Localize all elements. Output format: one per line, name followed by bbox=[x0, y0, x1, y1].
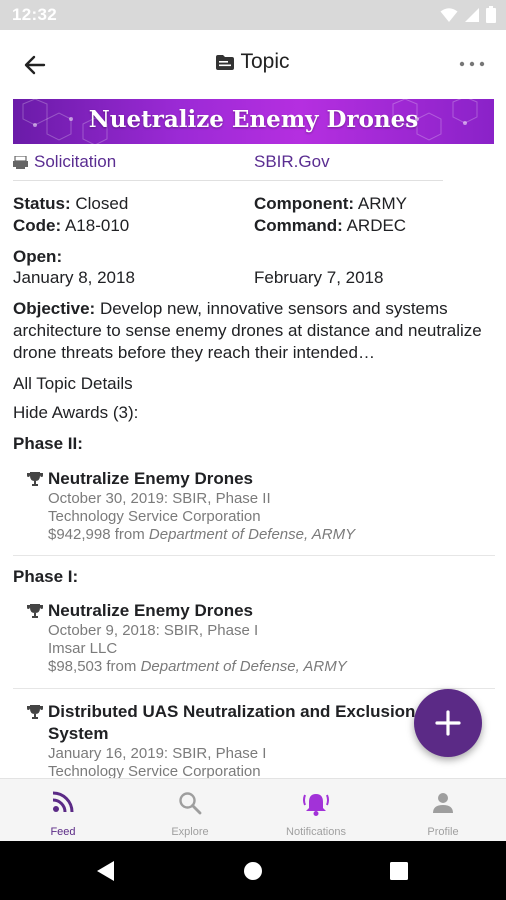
all-topic-details-link[interactable]: All Topic Details bbox=[13, 374, 133, 394]
close-date: February 7, 2018 bbox=[254, 268, 384, 287]
objective: Objective: Develop new, innovative senso… bbox=[13, 298, 495, 364]
plus-icon bbox=[435, 710, 461, 736]
hide-awards-link[interactable]: Hide Awards (3): bbox=[13, 403, 138, 423]
divider bbox=[13, 688, 495, 689]
document-icon bbox=[13, 155, 28, 169]
nav-profile-label: Profile bbox=[427, 826, 459, 838]
component-value: ARMY bbox=[357, 194, 408, 213]
phase-heading: Phase I: bbox=[13, 567, 79, 586]
system-home-icon[interactable] bbox=[243, 861, 263, 881]
add-button[interactable] bbox=[414, 689, 482, 757]
nav-feed-label: Feed bbox=[50, 826, 76, 838]
bottom-navigation: Feed Explore Notifications Profile bbox=[0, 778, 506, 842]
award-item[interactable]: Neutralize Enemy Drones October 9, 2018:… bbox=[27, 600, 492, 676]
sbir-gov-link[interactable]: SBIR.Gov bbox=[254, 152, 330, 172]
award-date: October 9, 2018: SBIR, Phase I bbox=[48, 622, 259, 639]
status-time: 12:32 bbox=[12, 5, 57, 24]
wifi-icon bbox=[440, 7, 458, 22]
award-date: October 30, 2019: SBIR, Phase II bbox=[48, 490, 271, 507]
status-field: Status: Closed bbox=[13, 194, 129, 213]
command-field: Command: ARDEC bbox=[254, 216, 407, 235]
open-date: January 8, 2018 bbox=[13, 268, 135, 287]
battery-icon bbox=[486, 6, 496, 23]
system-recents-icon[interactable] bbox=[390, 862, 408, 880]
nav-explore-label: Explore bbox=[171, 826, 209, 838]
status-bar: 12:32 bbox=[0, 0, 506, 30]
trophy-icon bbox=[27, 604, 43, 618]
nav-notifications-label: Notifications bbox=[286, 826, 346, 838]
topic-banner: Nuetralize Enemy Drones bbox=[13, 99, 494, 144]
award-title: Neutralize Enemy Drones bbox=[48, 601, 254, 620]
award-company: Technology Service Corporation bbox=[48, 508, 261, 525]
award-title: Distributed UAS Neutralization and Exclu… bbox=[48, 702, 416, 743]
page-title: Topic bbox=[0, 50, 506, 74]
search-icon bbox=[179, 792, 202, 815]
award-agency: Department of Defense, ARMY bbox=[148, 526, 356, 543]
more-options-icon[interactable] bbox=[458, 54, 486, 74]
component-field: Component: ARMY bbox=[254, 194, 408, 213]
phase-heading: Phase II: bbox=[13, 434, 83, 453]
app-bar: Topic bbox=[0, 30, 506, 98]
bell-icon bbox=[303, 794, 329, 816]
solicitation-link[interactable]: Solicitation bbox=[13, 152, 116, 172]
nav-explore[interactable]: Explore bbox=[127, 779, 253, 842]
status-value: Closed bbox=[75, 194, 129, 213]
divider bbox=[13, 555, 495, 556]
open-label: Open: bbox=[13, 247, 63, 266]
rss-icon bbox=[52, 791, 74, 813]
award-amount: $98,503 from Department of Defense, ARMY bbox=[48, 658, 347, 675]
system-nav-bar bbox=[0, 841, 506, 900]
source-links: Solicitation SBIR.Gov bbox=[13, 152, 443, 181]
nav-profile[interactable]: Profile bbox=[380, 779, 506, 842]
signal-icon bbox=[465, 7, 479, 22]
folder-icon bbox=[216, 55, 235, 70]
objective-label: Objective: bbox=[13, 299, 96, 318]
system-back-icon[interactable] bbox=[96, 860, 116, 882]
status-icons bbox=[440, 6, 496, 23]
code-field: Code: A18-010 bbox=[13, 216, 130, 235]
award-item[interactable]: Neutralize Enemy Drones October 30, 2019… bbox=[27, 468, 492, 544]
award-agency: Department of Defense, ARMY bbox=[140, 658, 347, 675]
trophy-icon bbox=[27, 472, 43, 486]
award-amount: $942,998 from Department of Defense, ARM… bbox=[48, 526, 356, 543]
command-value: ARDEC bbox=[346, 216, 407, 235]
banner-title: Nuetralize Enemy Drones bbox=[88, 106, 419, 133]
award-title: Neutralize Enemy Drones bbox=[48, 469, 254, 488]
nav-notifications[interactable]: Notifications bbox=[253, 779, 379, 842]
solicitation-link-label: Solicitation bbox=[34, 152, 117, 171]
trophy-icon bbox=[27, 705, 43, 719]
person-icon bbox=[433, 793, 453, 813]
award-item[interactable]: Distributed UAS Neutralization and Exclu… bbox=[27, 701, 425, 781]
nav-feed[interactable]: Feed bbox=[0, 779, 126, 842]
award-date: January 16, 2019: SBIR, Phase I bbox=[48, 745, 267, 762]
code-value: A18-010 bbox=[64, 216, 130, 235]
award-company: Imsar LLC bbox=[48, 640, 118, 657]
page-title-text: Topic bbox=[240, 50, 290, 73]
